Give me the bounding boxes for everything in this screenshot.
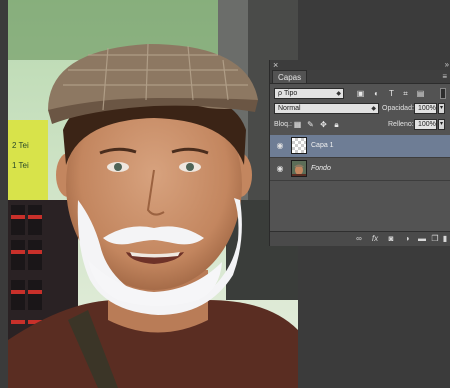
link-icon[interactable]: ∞	[354, 234, 364, 244]
lock-move-icon[interactable]: ✥	[319, 120, 328, 129]
layer-thumbnail-transparent	[291, 137, 307, 154]
filter-kind-select[interactable]: ρ Tipo ◆	[274, 88, 344, 99]
fx-icon[interactable]: fx	[370, 234, 380, 244]
type-filter-icon[interactable]: T	[387, 89, 396, 98]
lock-all-icon[interactable]: 🔒︎	[332, 120, 341, 129]
lock-brush-icon[interactable]: ✎	[306, 120, 315, 129]
mask-icon[interactable]: ◙	[386, 234, 396, 244]
shape-filter-icon[interactable]: ⌗	[401, 89, 410, 98]
layer-row-fondo[interactable]: ◉ Fondo	[270, 158, 450, 181]
layer-name[interactable]: Capa 1	[311, 140, 334, 152]
fill-dropdown-arrow[interactable]: ▾	[438, 119, 445, 130]
chevron-updown-icon: ◆	[371, 106, 376, 112]
lock-row: Bloq.: ▦ ✎ ✥ 🔒︎ Relleno: 100% ▾	[270, 116, 450, 133]
opacity-input[interactable]: 100%	[414, 103, 437, 114]
filter-toggle-switch[interactable]	[440, 88, 446, 99]
filter-kind-value: Tipo	[283, 90, 298, 97]
adjustment-filter-icon[interactable]: ◐	[372, 89, 381, 98]
new-layer-icon[interactable]: ❐	[430, 234, 440, 244]
layers-list: ◉ Capa 1 ◉ Fondo	[270, 135, 450, 231]
panel-footer: ∞ fx ◙ ◑ ▬ ❐ ▮	[270, 231, 450, 246]
layer-name[interactable]: Fondo	[311, 163, 331, 175]
blend-row: Normal ◆ Opacidad: 100% ▾	[270, 100, 450, 117]
group-folder-icon[interactable]: ▬	[417, 234, 427, 244]
blend-mode-select[interactable]: Normal ◆	[274, 103, 379, 114]
opacity-value: 100%	[418, 105, 436, 112]
document-image[interactable]: 2 Tei 1 Tei	[8, 0, 298, 388]
fill-label: Relleno:	[388, 121, 414, 128]
image-filter-icon[interactable]: ▣	[356, 89, 365, 98]
layers-panel: × ›› Capas ≡ ρ Tipo ◆ ▣ ◐ T ⌗ ▤ Normal ◆…	[269, 60, 450, 246]
opacity-label: Opacidad:	[382, 105, 414, 112]
panel-menu-icon[interactable]: ≡	[442, 71, 447, 82]
visibility-eye-icon[interactable]: ◉	[275, 164, 285, 174]
fill-value: 100%	[418, 121, 436, 128]
search-icon: ρ	[278, 90, 282, 97]
blend-mode-value: Normal	[278, 105, 301, 112]
fill-input[interactable]: 100%	[414, 119, 437, 130]
trash-icon[interactable]: ▮	[440, 234, 450, 244]
svg-text:2 Tei: 2 Tei	[12, 141, 29, 150]
thumbnail-face	[292, 161, 306, 176]
lock-transparent-icon[interactable]: ▦	[293, 120, 302, 129]
chevron-updown-icon: ◆	[336, 91, 341, 97]
svg-text:1 Tei: 1 Tei	[12, 161, 29, 170]
photo-man-with-painted-beard: 2 Tei 1 Tei	[8, 0, 298, 388]
panel-tabbar: Capas ≡	[270, 70, 450, 84]
collapse-icon[interactable]: ››	[445, 60, 449, 70]
layer-thumbnail-photo	[291, 160, 307, 177]
tab-capas[interactable]: Capas	[272, 70, 308, 83]
adjustment-icon[interactable]: ◑	[402, 234, 412, 244]
lock-label: Bloq.:	[274, 121, 292, 128]
panel-title-strip[interactable]: × ››	[270, 60, 450, 70]
visibility-eye-icon[interactable]: ◉	[275, 141, 285, 151]
opacity-dropdown-arrow[interactable]: ▾	[438, 103, 445, 114]
close-icon[interactable]: ×	[273, 60, 278, 70]
smart-object-filter-icon[interactable]: ▤	[416, 89, 425, 98]
layer-row-capa-1[interactable]: ◉ Capa 1	[270, 135, 450, 158]
